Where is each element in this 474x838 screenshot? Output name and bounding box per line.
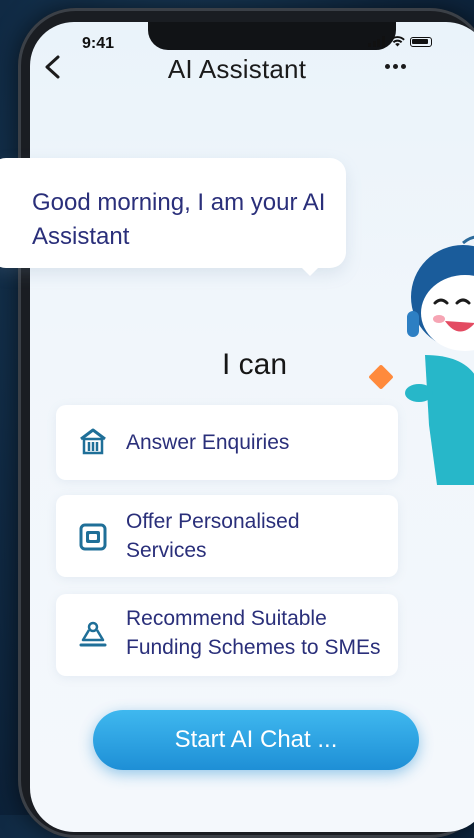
start-ai-chat-button[interactable]: Start AI Chat ... [93,710,419,770]
capability-label: Offer Personalised Services [126,510,300,562]
wifi-icon [389,36,405,47]
service-icon [79,523,107,551]
greeting-bubble-tail [296,262,324,276]
capability-card-funding-schemes[interactable]: Recommend Suitable Funding Schemes to SM… [56,594,398,676]
building-icon [80,428,106,455]
capability-label: Answer Enquiries [126,431,290,454]
capability-card-answer-enquiries[interactable]: Answer Enquiries [56,405,398,480]
greeting-text: Good morning, I am your AI Assistant [32,189,326,250]
mascot-image [405,235,474,485]
dot-icon [401,63,406,69]
dot-icon [393,63,398,69]
phone-notch [148,22,396,50]
capability-label: Recommend Suitable Funding Schemes to SM… [126,607,381,659]
funding-icon [79,621,107,647]
status-time: 9:41 [82,35,115,52]
signal-icon [368,36,385,47]
capabilities-heading: I can [222,348,288,381]
capability-card-personalised-services[interactable]: Offer Personalised Services [56,495,398,577]
status-icons [368,36,432,47]
dot-icon [385,63,390,69]
battery-icon [409,36,432,47]
more-options-button[interactable] [385,56,415,76]
